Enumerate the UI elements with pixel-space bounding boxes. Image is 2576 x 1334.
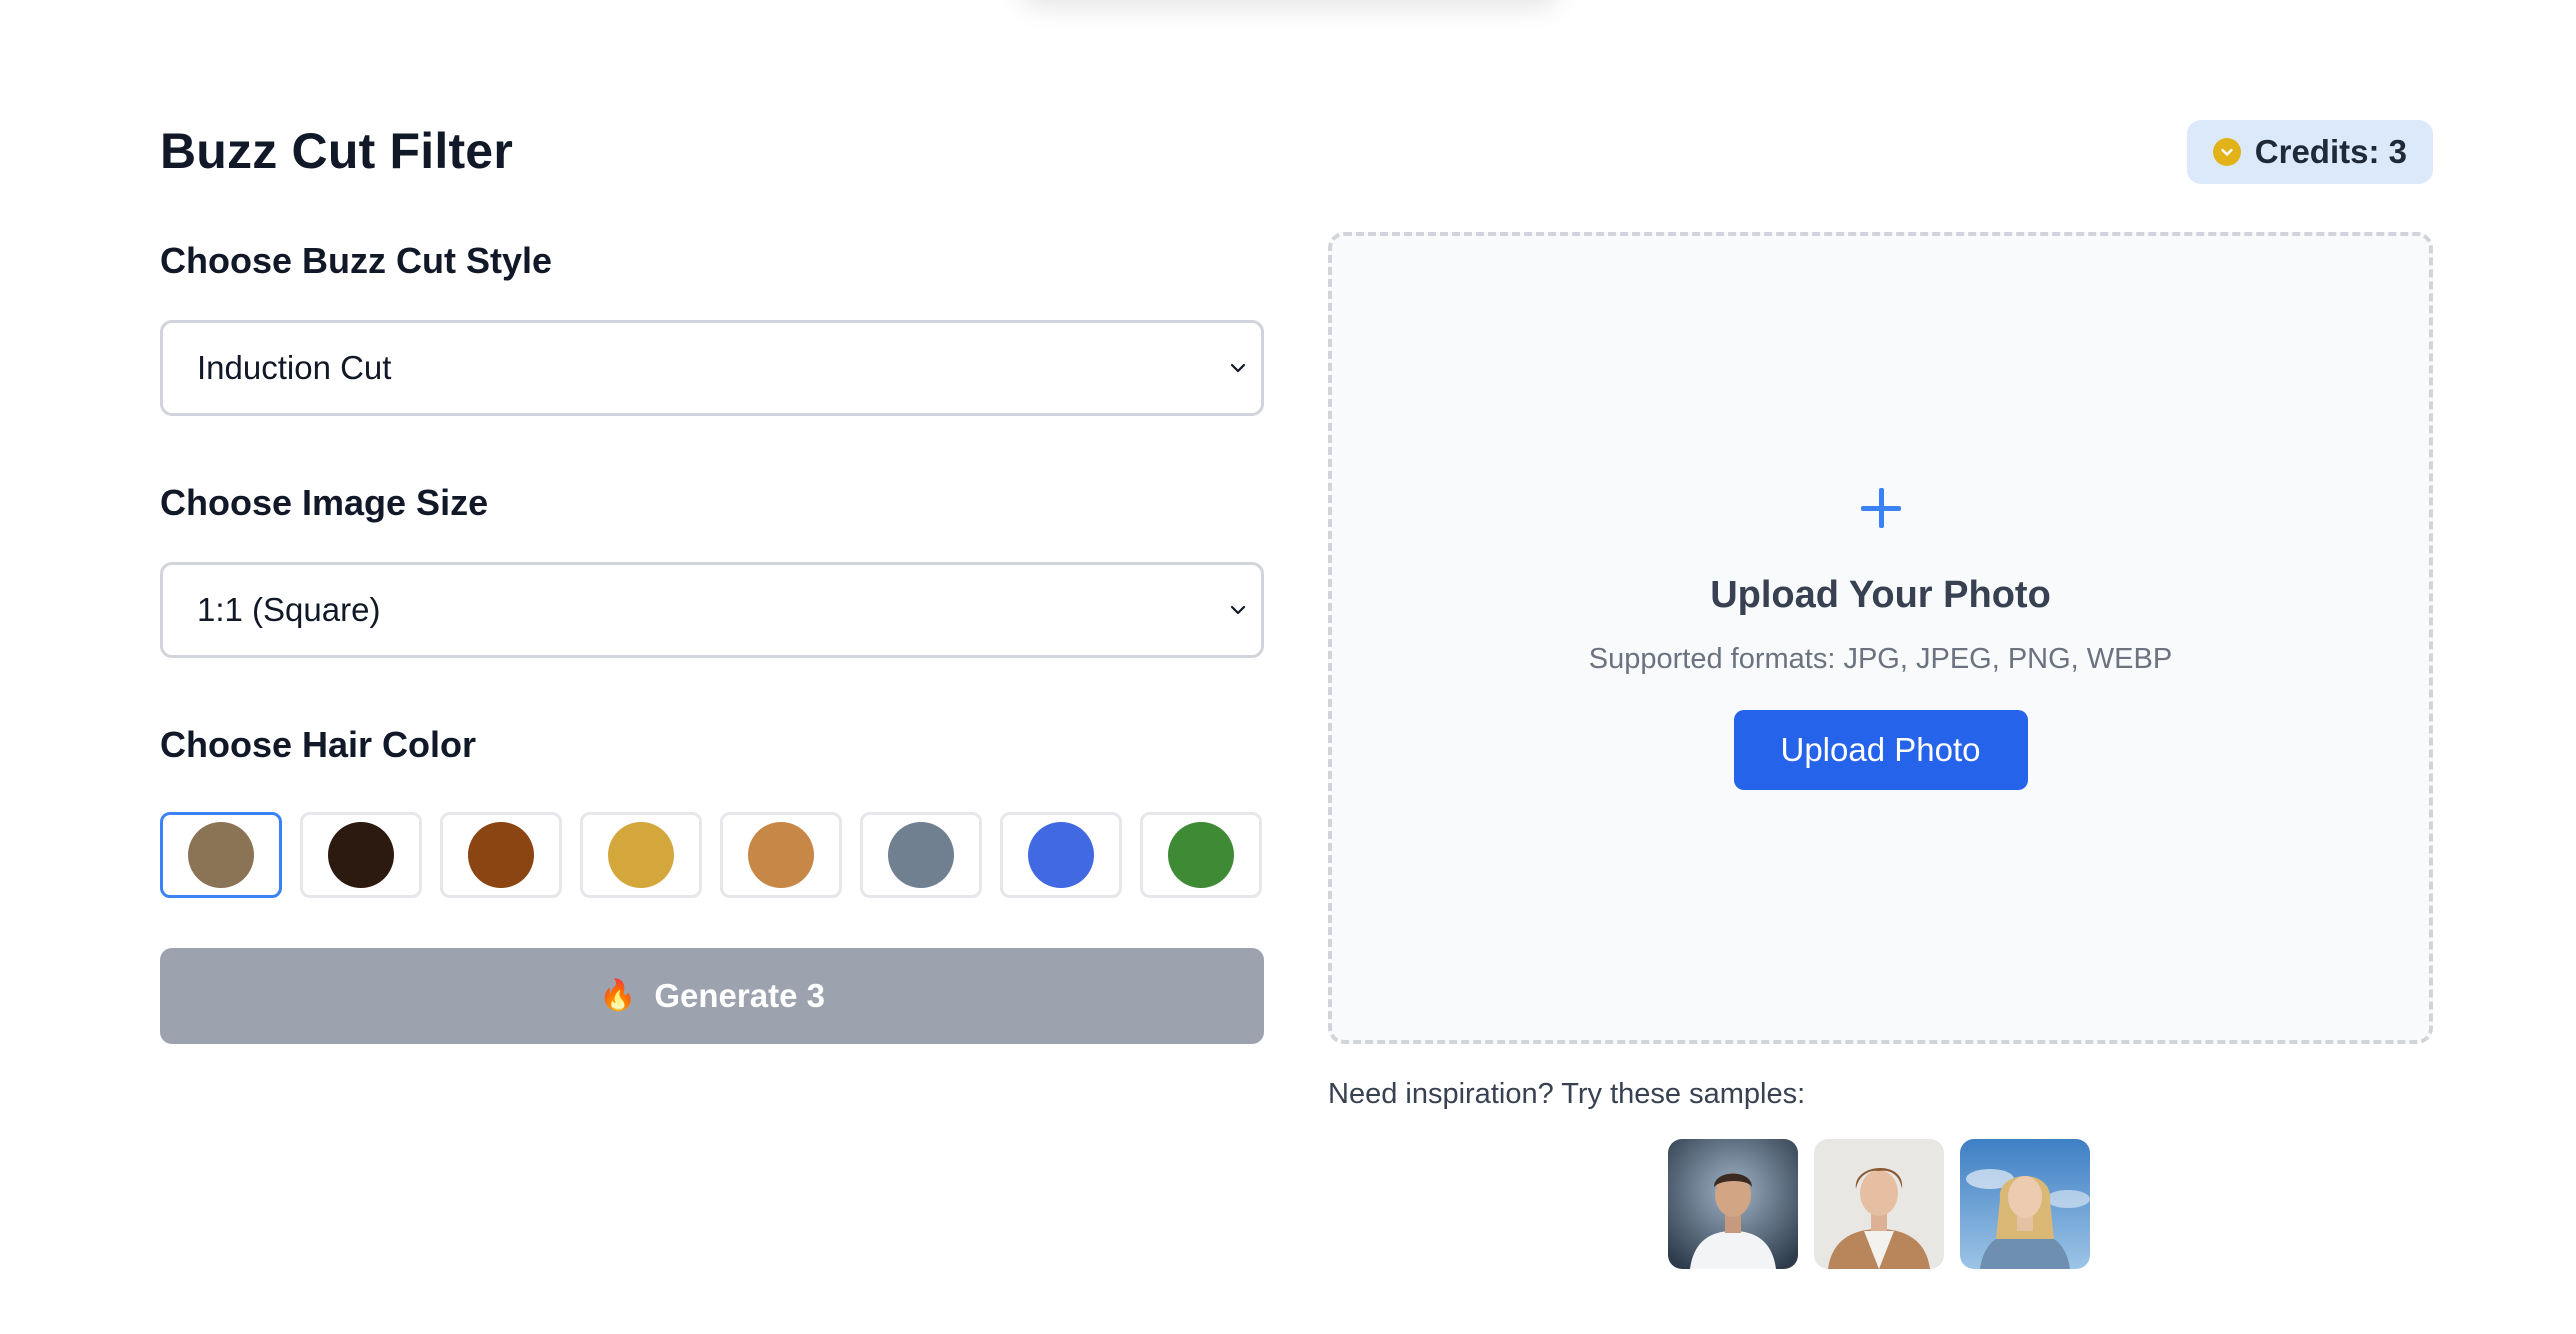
color-dot bbox=[468, 822, 534, 888]
color-dot bbox=[1028, 822, 1094, 888]
color-dot bbox=[188, 822, 254, 888]
header: Buzz Cut Filter Credits: 3 bbox=[160, 118, 2433, 186]
size-section-label: Choose Image Size bbox=[160, 482, 489, 523]
supported-formats: Supported formats: JPG, JPEG, PNG, WEBP bbox=[1588, 643, 2173, 675]
sample-photo-2[interactable] bbox=[1814, 1139, 1944, 1269]
color-dot bbox=[888, 822, 954, 888]
style-section-label: Choose Buzz Cut Style bbox=[160, 240, 553, 281]
image-size-select[interactable]: 1:1 (Square) bbox=[160, 562, 1264, 658]
upload-title: Upload Your Photo bbox=[1710, 574, 2051, 616]
hair-color-swatch-6[interactable] bbox=[860, 812, 982, 898]
chevron-down-icon bbox=[1230, 605, 1246, 615]
hair-color-swatch-8[interactable] bbox=[1140, 812, 1262, 898]
photo-dropzone[interactable]: Upload Your Photo Supported formats: JPG… bbox=[1328, 232, 2433, 1044]
page-title: Buzz Cut Filter bbox=[160, 123, 513, 179]
generate-button[interactable]: 🔥 Generate 3 bbox=[160, 948, 1264, 1044]
hair-color-swatch-3[interactable] bbox=[440, 812, 562, 898]
hair-color-swatch-5[interactable] bbox=[720, 812, 842, 898]
chevron-down-icon bbox=[1230, 363, 1246, 373]
generate-label: Generate 3 bbox=[654, 977, 825, 1014]
color-dot bbox=[328, 822, 394, 888]
credits-badge: Credits: 3 bbox=[2186, 120, 2433, 184]
credits-label: Credits: 3 bbox=[2254, 133, 2407, 170]
buzz-cut-page: Buzz Cut Filter Credits: 3 Choose Buzz C… bbox=[160, 118, 2433, 1269]
inspiration-label: Need inspiration? Try these samples: bbox=[1328, 1078, 1806, 1110]
fire-icon: 🔥 bbox=[599, 979, 637, 1012]
color-dot bbox=[608, 822, 674, 888]
sample-photos bbox=[1668, 1139, 2433, 1269]
upload-photo-button[interactable]: Upload Photo bbox=[1733, 710, 2028, 790]
plus-icon bbox=[1860, 488, 1901, 528]
buzz-cut-style-select[interactable]: Induction Cut bbox=[160, 320, 1264, 416]
hair-color-swatch-2[interactable] bbox=[300, 812, 422, 898]
sample-photo-1[interactable] bbox=[1668, 1139, 1798, 1269]
sample-photo-3[interactable] bbox=[1960, 1139, 2090, 1269]
color-dot bbox=[748, 822, 814, 888]
hair-color-swatch-1[interactable] bbox=[160, 812, 282, 898]
color-dot bbox=[1168, 822, 1234, 888]
coin-check-icon bbox=[2212, 138, 2241, 166]
upload-panel: Upload Your Photo Supported formats: JPG… bbox=[1328, 232, 2433, 1269]
hair-color-section-label: Choose Hair Color bbox=[160, 724, 477, 765]
style-select-value: Induction Cut bbox=[197, 349, 392, 386]
size-select-value: 1:1 (Square) bbox=[197, 591, 381, 628]
hair-color-swatch-7[interactable] bbox=[1000, 812, 1122, 898]
hair-color-swatches bbox=[160, 812, 1264, 898]
hair-color-swatch-4[interactable] bbox=[580, 812, 702, 898]
settings-panel: Choose Buzz Cut Style Induction Cut Choo… bbox=[160, 236, 1264, 1044]
